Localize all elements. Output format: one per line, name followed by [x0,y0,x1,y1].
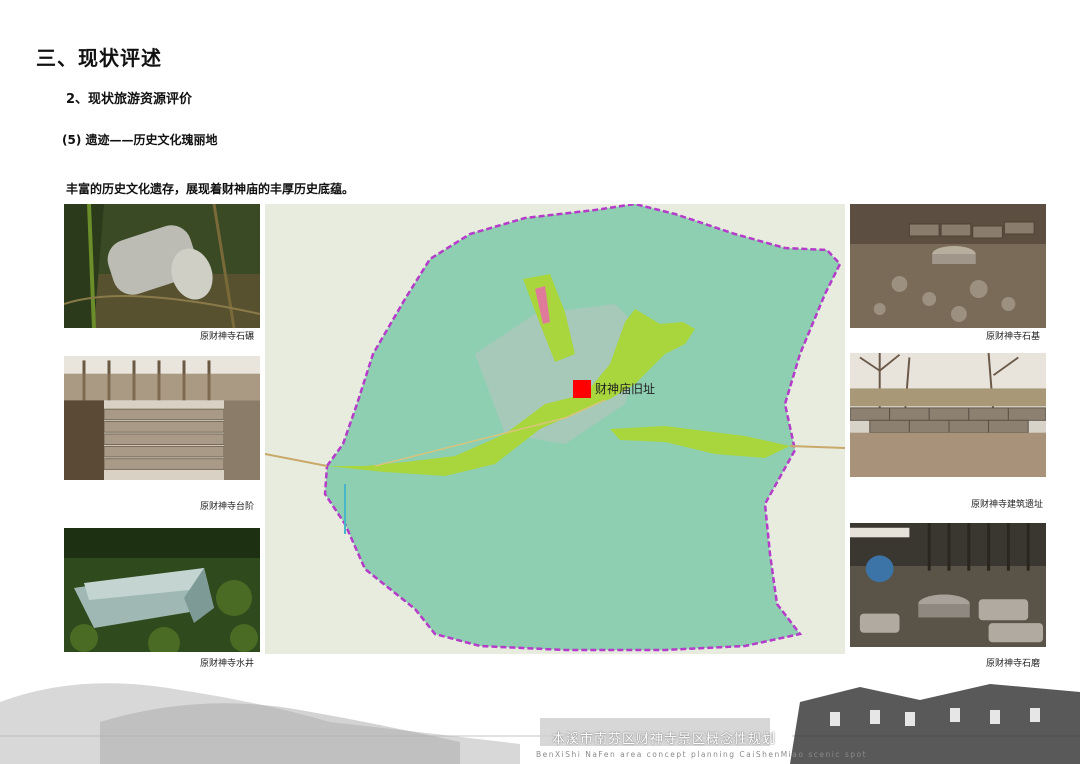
section-title: 三、现状评述 [36,46,162,70]
photo-caption: 原财神寺建筑遗址 [971,500,1044,510]
photo-caption: 原财神寺台阶 [200,502,255,512]
item-title: (5) 遗迹——历史文化瑰丽地 [62,133,218,147]
intro-text: 丰富的历史文化遗存，展现着财神庙的丰厚历史底蕴。 [66,182,355,196]
photo-stone-steps [64,356,260,480]
footer-title-cn: 本溪市南芬区财神寺景区概念性规划 [552,732,777,747]
photo-caption: 原财神寺石碾 [200,332,255,342]
footer-banner [0,662,1080,764]
photo-water-well [64,528,260,652]
photo-stone-roller [64,204,260,328]
scenic-area-map: 财神庙旧址 [265,204,845,654]
subsection-title: 2、现状旅游资源评价 [66,92,193,107]
photo-stone-base [850,204,1046,328]
site-label: 财神庙旧址 [595,382,655,396]
photo-stone-mill [850,523,1046,647]
footer-title-en: BenXiShi NaFen area concept planning Cai… [536,750,868,759]
photo-building-ruins [850,353,1046,477]
photo-caption: 原财神寺石基 [986,332,1041,342]
